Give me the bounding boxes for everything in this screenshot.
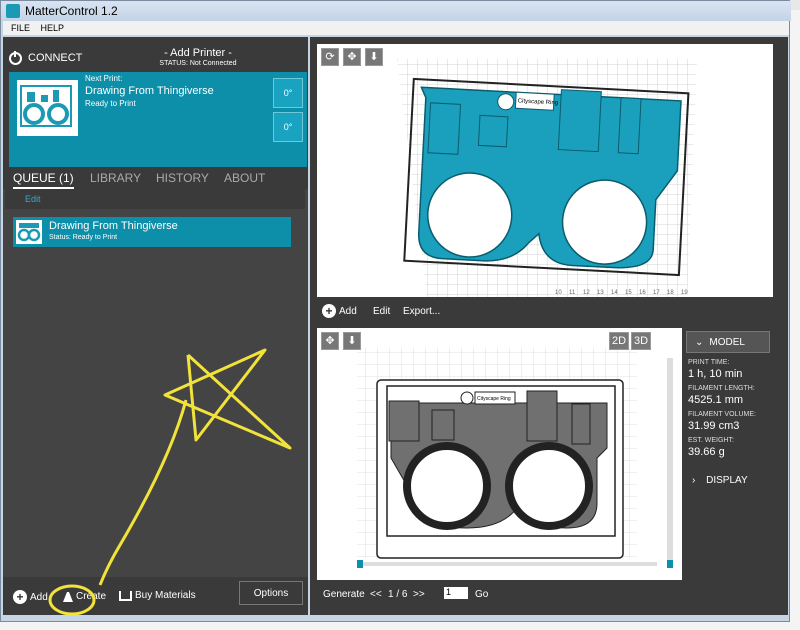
title-bar: MatterControl 1.2 [1,1,791,21]
queue-edit-button[interactable]: Edit [25,194,41,204]
display-label: DISPLAY [706,475,748,486]
pan-2d-icon[interactable]: ✥ [321,332,339,350]
create-button[interactable]: Create [63,590,106,602]
svg-text:12: 12 [583,290,590,296]
add-part-button[interactable]: + Add [322,304,357,318]
svg-text:14: 14 [611,290,618,296]
svg-text:13: 13 [597,290,604,296]
printer-name: - Add Printer - [164,47,232,59]
printer-status: STATUS: Not Connected [159,60,237,67]
svg-text:10: 10 [555,290,562,296]
prev-layer-button[interactable]: << [370,589,382,600]
svg-text:15: 15 [625,290,632,296]
queue-list: Edit Drawing From Thingiverse Status: Re… [3,189,308,577]
buy-materials-label: Buy Materials [135,590,196,601]
svg-text:11: 11 [569,290,576,296]
right-panel: Cityscape Ring 10 11 12 13 14 15 16 17 18 19 ⟳ ✥ … [310,37,788,615]
filament-length-label: FILAMENT LENGTH: [688,385,755,392]
print-time-label: PRINT TIME: [688,359,730,366]
svg-text:16: 16 [639,290,646,296]
create-label: Create [76,590,107,602]
filament-volume-label: FILAMENT VOLUME: [688,411,756,418]
model-header: MODEL [709,336,745,348]
next-print-thumbnail [17,80,78,136]
3d-viewport[interactable]: Cityscape Ring 10 11 12 13 14 15 16 17 18 19 ⟳ ✥ … [317,44,773,297]
generate-bar: Generate << 1 / 6 >> 1 Go [317,583,773,605]
power-icon [9,50,22,65]
svg-text:17: 17 [653,290,660,296]
menu-bar: FILE HELP [3,21,789,35]
tab-queue[interactable]: QUEUE (1) [13,171,74,189]
tab-history[interactable]: HISTORY [156,171,209,185]
options-button[interactable]: Options [239,581,303,605]
next-print-status: Ready to Print [85,99,136,108]
queue-edit-bar: Edit [5,189,305,209]
rotate-x-button[interactable]: 0° [273,78,303,108]
filament-volume-value: 31.99 cm3 [688,420,740,432]
print-time-value: 1 h, 10 min [688,368,743,380]
2d-layer-render: Cityscape Ring [357,348,673,568]
printer-selector[interactable]: - Add Printer - STATUS: Not Connected [153,47,243,67]
filament-length-value: 4525.1 mm [688,394,744,406]
2d-layer-viewport[interactable]: Cityscape Ring ✥ ⬇ 2D 3D [317,328,682,580]
tab-bar: QUEUE (1) LIBRARY HISTORY ABOUT [3,167,308,189]
display-toggle-button[interactable]: › DISPLAY [692,475,748,486]
go-button[interactable]: Go [475,589,488,600]
3d-model-render: Cityscape Ring 10 11 12 13 14 15 16 17 18 19 [397,59,697,297]
connect-button[interactable]: CONNECT [9,48,82,68]
zoom-2d-icon[interactable]: ⬇ [343,332,361,350]
plus-icon: + [13,590,27,604]
model-stats-panel: ⌄ MODEL PRINT TIME: 1 h, 10 min FILAMENT… [684,328,774,580]
cart-icon [119,590,132,601]
buy-materials-button[interactable]: Buy Materials [119,590,196,601]
svg-text:19: 19 [681,290,688,296]
zoom-view-icon[interactable]: ⬇ [365,48,383,66]
next-print-card[interactable]: Next Print: Drawing From Thingiverse Rea… [9,72,307,167]
app-window: MatterControl 1.2 FILE HELP CONNECT - Ad… [0,0,791,622]
svg-text:18: 18 [667,290,674,296]
chevron-down-icon: ⌄ [695,336,704,348]
queue-item-thumbnail [16,220,42,244]
connect-label: CONNECT [28,52,83,64]
layer-indicator: 1 / 6 [388,589,408,600]
queue-item-status: Status: Ready to Print [49,234,118,241]
add-label: Add [30,591,48,603]
edit-button[interactable]: Edit [373,306,390,317]
3d-mode-button[interactable]: 3D [631,332,651,350]
rotate-y-button[interactable]: 0° [273,112,303,142]
menu-file[interactable]: FILE [11,23,30,33]
window-title: MatterControl 1.2 [25,4,118,18]
plus-icon: + [322,304,336,318]
chevron-right-icon: › [692,475,696,486]
model-label-2d: Cityscape Ring [477,396,511,402]
menu-help[interactable]: HELP [41,23,65,33]
model-toggle-button[interactable]: ⌄ MODEL [686,331,770,353]
rotate-view-icon[interactable]: ⟳ [321,48,339,66]
add-part-label: Add [339,305,357,317]
add-button[interactable]: + Add [13,590,48,604]
app-logo-icon [6,4,20,18]
queue-bottom-bar: + Add Create Buy Materials Options [3,577,308,615]
weight-value: 39.66 g [688,446,725,458]
tab-about[interactable]: ABOUT [224,171,265,185]
2d-mode-button[interactable]: 2D [609,332,629,350]
queue-item[interactable]: Drawing From Thingiverse Status: Ready t… [13,217,291,247]
weight-label: EST. WEIGHT: [688,437,734,444]
next-layer-button[interactable]: >> [413,589,425,600]
next-print-name: Drawing From Thingiverse [85,85,214,97]
layer-input[interactable]: 1 [444,587,468,599]
3d-toolbar: + Add Edit Export... [317,301,773,323]
generate-button[interactable]: Generate [323,589,365,600]
next-print-label: Next Print: [85,74,123,83]
printer-panel: CONNECT - Add Printer - STATUS: Not Conn… [3,37,308,167]
pan-view-icon[interactable]: ✥ [343,48,361,66]
flask-icon [63,590,73,602]
tab-library[interactable]: LIBRARY [90,171,141,185]
left-panel: CONNECT - Add Printer - STATUS: Not Conn… [3,37,308,615]
queue-item-name: Drawing From Thingiverse [49,220,178,232]
export-button[interactable]: Export... [403,306,440,317]
